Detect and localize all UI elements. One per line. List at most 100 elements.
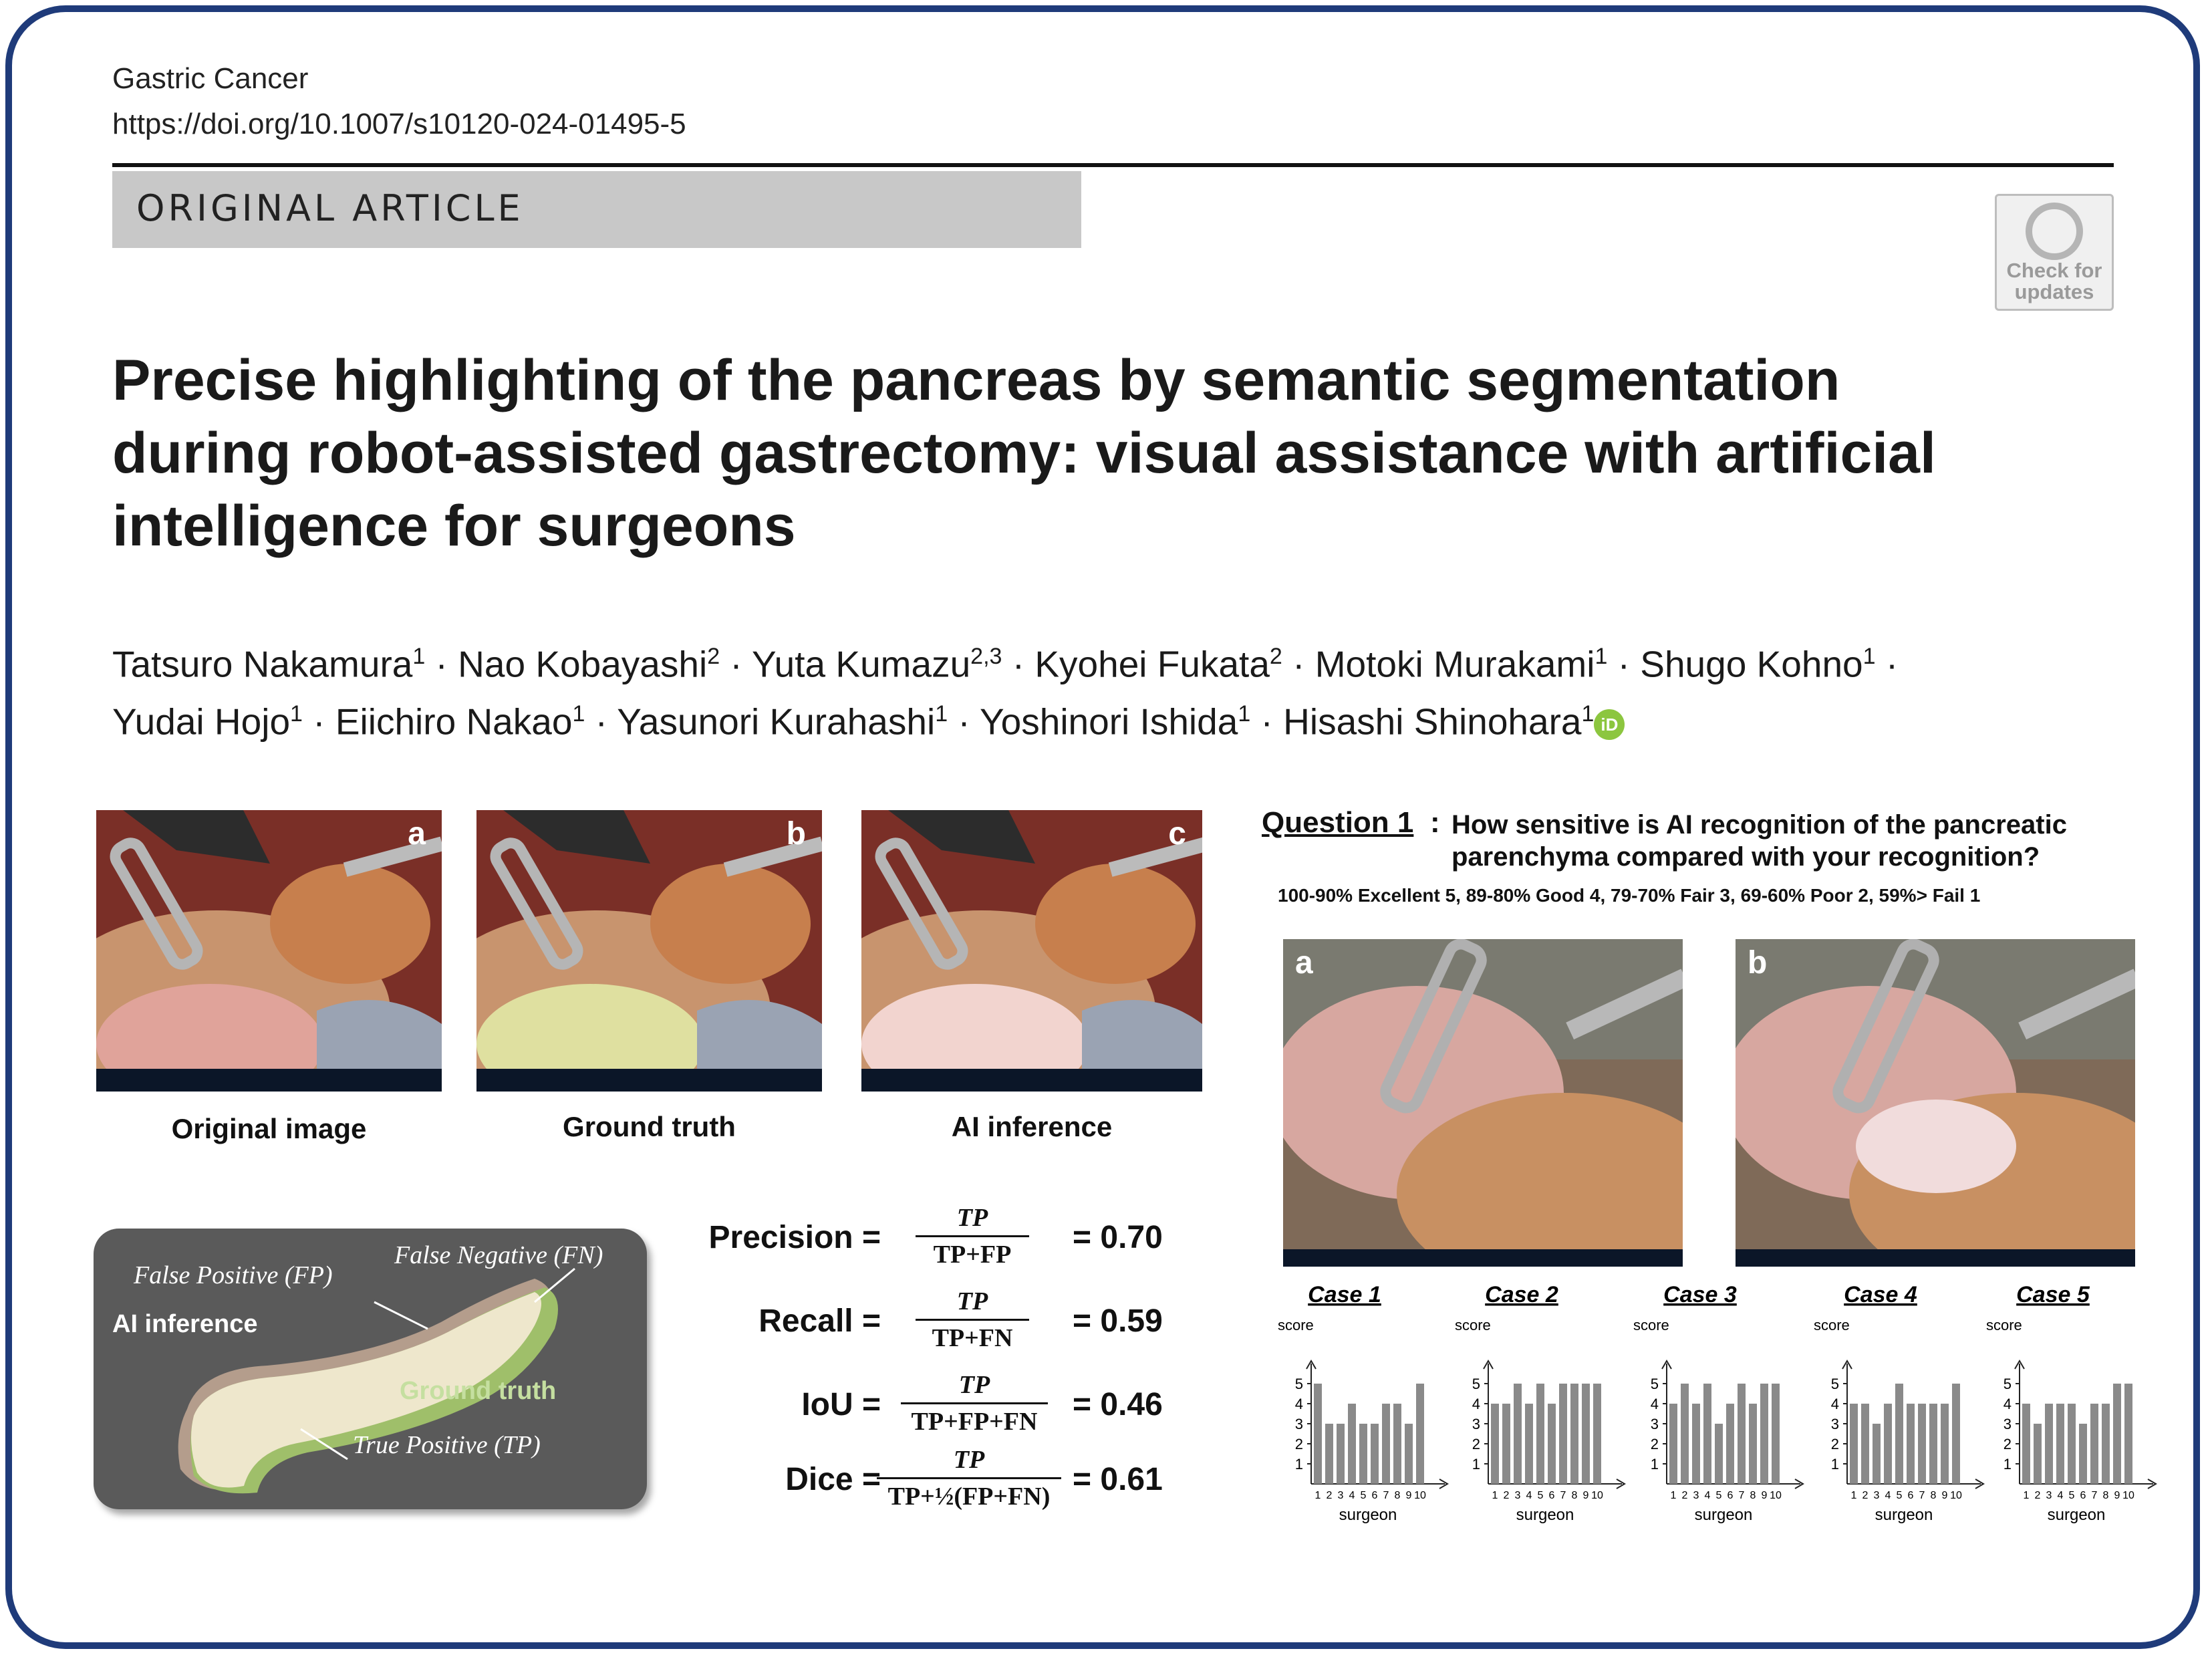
x-tick-label: 4 [1526,1490,1532,1501]
bar [1314,1384,1322,1484]
x-tick-label: 5 [1538,1490,1544,1501]
x-axis-label: surgeon [1875,1506,1933,1524]
segmentation-diagram: False Positive (FP) False Negative (FN) … [94,1229,647,1509]
author-name[interactable]: Yoshinori Ishida [980,701,1238,743]
journal-header: Gastric Cancer https://doi.org/10.1007/s… [112,56,686,147]
x-tick-label: 5 [1361,1490,1367,1501]
author-line: Yudai Hojo1 · Eiichiro Nakao1 · Yasunori… [112,689,2151,747]
x-tick-label: 2 [2035,1490,2041,1501]
x-tick-label: 8 [2103,1490,2109,1501]
y-tick-label: 5 [1831,1376,1839,1392]
x-tick-label: 5 [1716,1490,1722,1501]
article-type-band: ORIGINAL ARTICLE [112,171,1081,248]
author-name[interactable]: Shugo Kohno [1640,643,1862,684]
y-tick-label: 1 [1831,1456,1839,1473]
bar [1907,1404,1915,1484]
bar [1738,1384,1746,1484]
surgical-panel-ai-inference: c [861,810,1202,1092]
x-tick-label: 6 [1372,1490,1378,1501]
console-bar [96,1069,442,1092]
bar [1359,1424,1367,1484]
author-affiliation: 1 [935,701,948,727]
fraction-bar [901,1402,1048,1404]
check-updates-line2: updates [2014,280,2094,303]
x-tick-label: 2 [1504,1490,1510,1501]
surgical-scene [1736,939,2135,1267]
author-name[interactable]: Eiichiro Nakao [335,701,573,743]
metric-fraction: TP TP+FN [916,1287,1029,1353]
bar [1348,1404,1356,1484]
panel-letter: a [408,816,426,852]
x-tick-label: 3 [1874,1490,1880,1501]
author-name[interactable]: Kyohei Fukata [1034,643,1270,684]
x-tick-label: 4 [1349,1490,1355,1501]
author-name[interactable]: Yudai Hojo [112,701,290,743]
x-tick-label: 3 [1338,1490,1344,1501]
x-tick-label: 9 [1942,1490,1948,1501]
fraction-numerator: TP [956,1287,988,1315]
author-name[interactable]: Hisashi Shinohara [1283,701,1581,743]
panel-caption: Ground truth [563,1111,736,1142]
article-type: ORIGINAL ARTICLE [136,187,524,229]
y-axis-label: score [1633,1317,1669,1333]
author-name[interactable]: Nao Kobayashi [458,643,707,684]
author-affiliation: 1 [1238,701,1251,727]
x-tick-label: 2 [1862,1490,1869,1501]
y-tick-label: 1 [1651,1456,1659,1473]
surgical-scene [861,810,1202,1092]
orcid-icon[interactable]: iD [1594,709,1625,741]
question-label: Question 1 [1262,806,1414,839]
bar [2056,1404,2064,1484]
y-tick-label: 3 [1831,1416,1839,1432]
author-affiliation: 1 [290,701,303,727]
fraction-denominator: TP+FN [932,1324,1013,1352]
console-bar [861,1069,1202,1092]
bar [1941,1404,1949,1484]
bar [2034,1424,2042,1484]
panel-letter: c [1168,816,1186,852]
tp-label: True Positive (TP) [353,1431,541,1459]
title-line: intelligence for surgeons [112,494,796,558]
bar [1536,1384,1544,1484]
panel-caption: Original image [171,1113,367,1144]
y-tick-label: 4 [1295,1396,1303,1412]
y-tick-label: 1 [1472,1456,1480,1473]
bar [2124,1384,2132,1484]
metric-label: Dice = [785,1462,881,1497]
photo-letter: b [1748,945,1768,981]
x-tick-label: 8 [1572,1490,1578,1501]
author-name[interactable]: Motoki Murakami [1315,643,1595,684]
x-tick-label: 2 [1682,1490,1688,1501]
x-tick-label: 3 [1693,1490,1699,1501]
score-scale: 100-90% Excellent 5, 89-80% Good 4, 79-7… [1278,885,1981,906]
bar [1861,1404,1869,1484]
author-name[interactable]: Yuta Kumazu [752,643,970,684]
x-tick-label: 9 [1762,1490,1768,1501]
bar [1371,1424,1379,1484]
doi-link[interactable]: https://doi.org/10.1007/s10120-024-01495… [112,102,686,147]
bar [1525,1404,1533,1484]
fraction-numerator: TP [953,1446,985,1474]
check-for-updates-button[interactable]: Check for updates [1995,194,2114,311]
x-tick-label: 8 [1395,1490,1401,1501]
bar [2045,1404,2053,1484]
metric-value: = 0.61 [1073,1462,1163,1497]
question-photo-a: a [1283,939,1683,1267]
author-name[interactable]: Yasunori Kurahashi [617,701,935,743]
metric-label: Recall = [758,1303,881,1339]
chart-title: Case 3 [1663,1283,1737,1307]
panel-letter: b [786,816,806,852]
bar [1715,1424,1723,1484]
author-affiliation: 1 [1862,644,1876,669]
x-tick-label: 7 [2092,1490,2098,1501]
y-tick-label: 3 [1651,1416,1659,1432]
author-name[interactable]: Tatsuro Nakamura [112,643,412,684]
fraction-bar [877,1477,1061,1479]
x-tick-label: 9 [1583,1490,1589,1501]
x-tick-label: 7 [1560,1490,1566,1501]
score-charts: Case 1score123451 2 3 4 5 6 7 8 9 10surgeonCase 2… [1278,1283,2157,1524]
bar [1669,1404,1677,1484]
surgical-scene [96,810,442,1092]
bar [1416,1384,1424,1484]
x-axis-label: surgeon [1695,1506,1753,1524]
